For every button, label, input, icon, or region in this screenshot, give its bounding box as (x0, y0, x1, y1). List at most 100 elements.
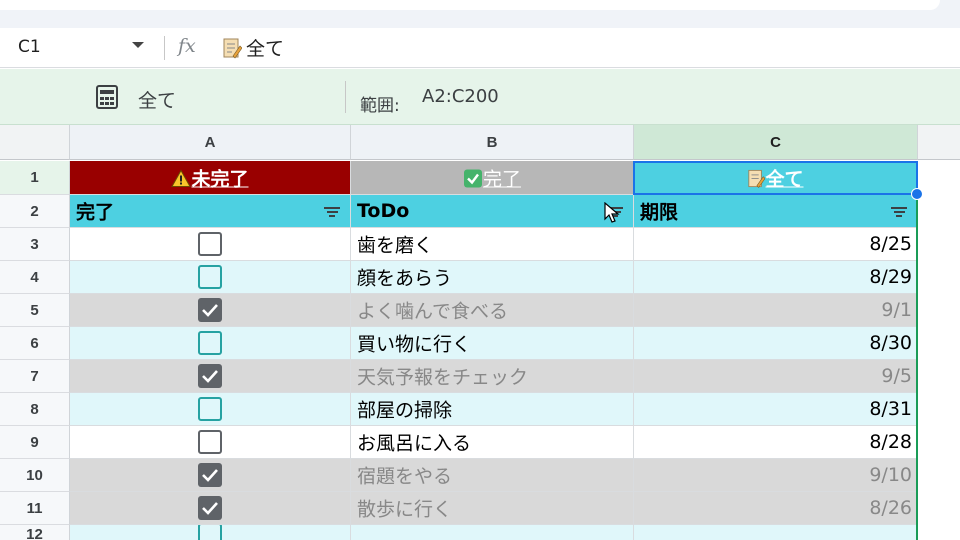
filter-view-icon[interactable] (94, 84, 120, 110)
check-icon (202, 304, 218, 317)
checkbox-unchecked[interactable] (198, 331, 222, 355)
formula-text: 全て (246, 38, 285, 60)
header-done[interactable]: 完了 (70, 195, 351, 228)
todo-cell[interactable] (351, 525, 634, 540)
due-text: 8/31 (869, 398, 912, 420)
checkbox-unchecked[interactable] (198, 525, 222, 540)
column-header-a[interactable]: A (70, 125, 351, 160)
filter-view-name[interactable]: 全て (138, 86, 176, 113)
browser-top-strip (0, 0, 960, 28)
todo-text: 宿題をやる (357, 465, 453, 488)
row-header-11[interactable]: 11 (0, 492, 70, 525)
checkbox-unchecked[interactable] (198, 430, 222, 454)
column-header-d[interactable] (918, 125, 960, 160)
filter-icon[interactable] (324, 207, 340, 219)
checkbox-unchecked[interactable] (198, 265, 222, 289)
due-text: 9/5 (881, 365, 912, 387)
todo-cell[interactable]: 買い物に行く (351, 327, 634, 360)
row-header-2[interactable]: 2 (0, 195, 70, 228)
todo-cell[interactable]: 宿題をやる (351, 459, 634, 492)
check-icon (202, 502, 218, 515)
selected-column-edge (916, 195, 918, 540)
due-cell[interactable]: 8/25 (634, 228, 918, 261)
checkbox-unchecked[interactable] (198, 232, 222, 256)
header-due[interactable]: 期限 (634, 195, 918, 228)
mouse-cursor-icon (604, 202, 620, 223)
due-cell[interactable]: 8/28 (634, 426, 918, 459)
todo-cell[interactable]: 天気予報をチェック (351, 360, 634, 393)
todo-cell[interactable]: お風呂に入る (351, 426, 634, 459)
done-cell[interactable] (70, 426, 351, 459)
row-header-9[interactable]: 9 (0, 426, 70, 459)
due-text: 9/1 (881, 299, 912, 321)
row-header-5[interactable]: 5 (0, 294, 70, 327)
row-header-1[interactable]: 1 (0, 161, 70, 195)
checkbox-unchecked[interactable] (198, 397, 222, 421)
checkbox-checked-icon (463, 169, 482, 187)
formula-bar: C1 fx 全て (0, 28, 960, 68)
checkbox-checked[interactable] (198, 496, 222, 520)
todo-cell[interactable]: 部屋の掃除 (351, 393, 634, 426)
due-text: 8/29 (869, 266, 912, 288)
todo-cell[interactable]: 散歩に行く (351, 492, 634, 525)
row-header-7[interactable]: 7 (0, 360, 70, 393)
due-cell[interactable]: 9/10 (634, 459, 918, 492)
due-cell[interactable]: 9/5 (634, 360, 918, 393)
filter-range-label: 範囲: (360, 96, 400, 116)
checkbox-checked[interactable] (198, 298, 222, 322)
filter-icon[interactable] (891, 207, 907, 219)
due-text: 8/28 (869, 431, 912, 453)
memo-icon (223, 38, 242, 58)
todo-cell[interactable]: よく噛んで食べる (351, 294, 634, 327)
filter-range-input[interactable]: A2:C200 (422, 86, 499, 107)
due-cell[interactable]: 8/29 (634, 261, 918, 294)
memo-icon (748, 169, 766, 188)
due-cell[interactable]: 8/30 (634, 327, 918, 360)
done-cell[interactable] (70, 492, 351, 525)
all-filter-label: 全て (765, 168, 804, 190)
row-header-4[interactable]: 4 (0, 261, 70, 294)
checkbox-checked[interactable] (198, 364, 222, 388)
fill-handle[interactable] (911, 188, 923, 200)
todo-text: 買い物に行く (357, 333, 472, 356)
formula-bar-divider (164, 36, 165, 60)
row-header-10[interactable]: 10 (0, 459, 70, 492)
formula-input[interactable]: 全て (222, 34, 284, 61)
filter-view-bar: 全て 範囲: A2:C200 (0, 69, 960, 125)
done-cell[interactable] (70, 261, 351, 294)
done-cell[interactable] (70, 360, 351, 393)
check-icon (202, 469, 218, 482)
complete-filter-button[interactable]: 完了 (351, 161, 634, 195)
done-cell[interactable] (70, 228, 351, 261)
todo-text: 歯を磨く (357, 234, 434, 257)
done-cell[interactable] (70, 393, 351, 426)
incomplete-filter-button[interactable]: 未完了 (70, 161, 351, 195)
name-box[interactable]: C1 (18, 37, 41, 57)
header-done-label: 完了 (76, 201, 115, 224)
due-cell[interactable]: 9/1 (634, 294, 918, 327)
column-header-c[interactable]: C (634, 125, 918, 160)
column-header-b[interactable]: B (351, 125, 634, 160)
header-due-label: 期限 (640, 201, 679, 224)
done-cell[interactable] (70, 459, 351, 492)
due-cell[interactable] (634, 525, 918, 540)
todo-cell[interactable]: 歯を磨く (351, 228, 634, 261)
due-cell[interactable]: 8/26 (634, 492, 918, 525)
header-todo[interactable]: ToDo (351, 195, 634, 228)
row-header-3[interactable]: 3 (0, 228, 70, 261)
select-all-corner[interactable] (0, 125, 70, 160)
fx-icon: fx (178, 35, 196, 57)
todo-text: 顔をあらう (357, 267, 453, 290)
all-filter-button[interactable]: 全て (634, 161, 918, 195)
row-header-6[interactable]: 6 (0, 327, 70, 360)
done-cell[interactable] (70, 294, 351, 327)
done-cell[interactable] (70, 525, 351, 540)
row-header-12[interactable]: 12 (0, 525, 70, 540)
done-cell[interactable] (70, 327, 351, 360)
todo-cell[interactable]: 顔をあらう (351, 261, 634, 294)
due-cell[interactable]: 8/31 (634, 393, 918, 426)
row-header-8[interactable]: 8 (0, 393, 70, 426)
checkbox-checked[interactable] (198, 463, 222, 487)
name-box-dropdown-icon[interactable] (132, 42, 144, 48)
due-text: 8/30 (869, 332, 912, 354)
